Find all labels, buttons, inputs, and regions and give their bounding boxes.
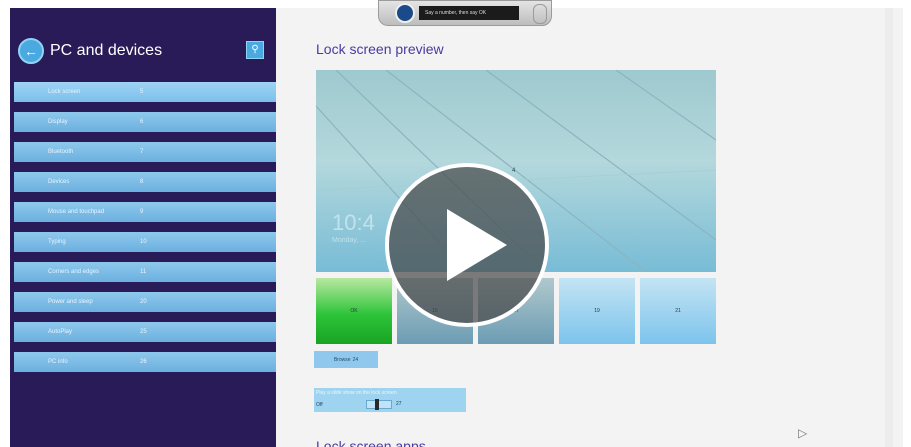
sidebar-item-number: 9 <box>140 209 144 215</box>
slideshow-number: 27 <box>396 401 402 407</box>
slideshow-label: Play a slide show on the lock screen <box>316 390 397 396</box>
sidebar-item-number: 8 <box>140 179 144 185</box>
preview-time: 10:4 <box>332 210 375 235</box>
sidebar-item-typing[interactable]: Typing 10 <box>14 232 276 252</box>
sidebar-item-label: Devices <box>48 179 70 185</box>
sidebar-item-number: 26 <box>140 359 147 365</box>
sidebar-item-number: 10 <box>140 239 147 245</box>
sidebar-list: Lock screen 5 Display 6 Bluetooth 7 Devices… <box>14 82 276 382</box>
play-button[interactable] <box>385 163 549 327</box>
sidebar-item-devices[interactable]: Devices 8 <box>14 172 276 192</box>
sidebar-item-number: 7 <box>140 149 144 155</box>
voice-bar-handle[interactable] <box>533 4 547 24</box>
sidebar-item-label: Typing <box>48 239 66 245</box>
sidebar-item-label: Display <box>48 119 68 125</box>
preview-number-label: 4 <box>512 168 516 174</box>
thumbnail-option[interactable]: 19 <box>559 278 635 344</box>
microphone-icon[interactable] <box>395 3 415 23</box>
search-icon[interactable]: ⚲ <box>246 41 264 59</box>
voice-prompt: Say a number, then say OK <box>419 6 519 20</box>
section-heading-lock-screen-apps: Lock screen apps <box>316 438 426 447</box>
back-arrow-icon[interactable]: ← <box>18 38 44 64</box>
sidebar-item-label: PC info <box>48 359 68 365</box>
sidebar-item-bluetooth[interactable]: Bluetooth 7 <box>14 142 276 162</box>
sidebar-item-mouse-touchpad[interactable]: Mouse and touchpad 9 <box>14 202 276 222</box>
sidebar-item-number: 6 <box>140 119 144 125</box>
sidebar-header: ← PC and devices ⚲ <box>18 36 268 66</box>
sidebar-item-number: 25 <box>140 329 147 335</box>
sidebar-item-autoplay[interactable]: AutoPlay 25 <box>14 322 276 342</box>
sidebar-item-label: Mouse and touchpad <box>48 209 105 215</box>
toggle-thumb[interactable] <box>375 399 379 410</box>
sidebar-item-corners-edges[interactable]: Corners and edges 11 <box>14 262 276 282</box>
sidebar: ← PC and devices ⚲ Lock screen 5 Display 6… <box>10 8 276 447</box>
thumbnail-option[interactable]: OK <box>316 278 392 344</box>
sidebar-item-label: Lock screen <box>48 89 81 95</box>
sidebar-item-label: Power and sleep <box>48 299 93 305</box>
sidebar-item-number: 20 <box>140 299 147 305</box>
scrollbar[interactable] <box>885 8 893 447</box>
section-heading-lock-screen-preview: Lock screen preview <box>316 41 444 57</box>
sidebar-item-label: AutoPlay <box>48 329 73 335</box>
sidebar-item-power-sleep[interactable]: Power and sleep 20 <box>14 292 276 312</box>
voice-command-bar: Say a number, then say OK <box>378 0 552 26</box>
sidebar-item-number: 11 <box>140 269 147 275</box>
sidebar-item-lock-screen[interactable]: Lock screen 5 <box>14 82 276 102</box>
sidebar-item-number: 5 <box>140 89 144 95</box>
slideshow-setting: Play a slide show on the lock screen Off… <box>314 388 466 412</box>
play-icon <box>447 209 507 281</box>
browse-button-label: Browse <box>333 356 351 363</box>
sidebar-title: PC and devices <box>50 42 163 59</box>
mouse-pointer-icon: ▷ <box>798 426 808 440</box>
sidebar-item-display[interactable]: Display 6 <box>14 112 276 132</box>
preview-date: Monday, ... <box>332 237 367 244</box>
browse-button-number: 24 <box>352 356 359 363</box>
browse-button[interactable]: Browse 24 <box>314 351 378 368</box>
sidebar-item-label: Corners and edges <box>48 269 100 275</box>
slideshow-state: Off <box>316 402 323 408</box>
sidebar-item-label: Bluetooth <box>48 149 74 155</box>
sidebar-item-pc-info[interactable]: PC info 26 <box>14 352 276 372</box>
slideshow-toggle[interactable] <box>366 399 392 410</box>
thumbnail-option[interactable]: 21 <box>640 278 716 344</box>
